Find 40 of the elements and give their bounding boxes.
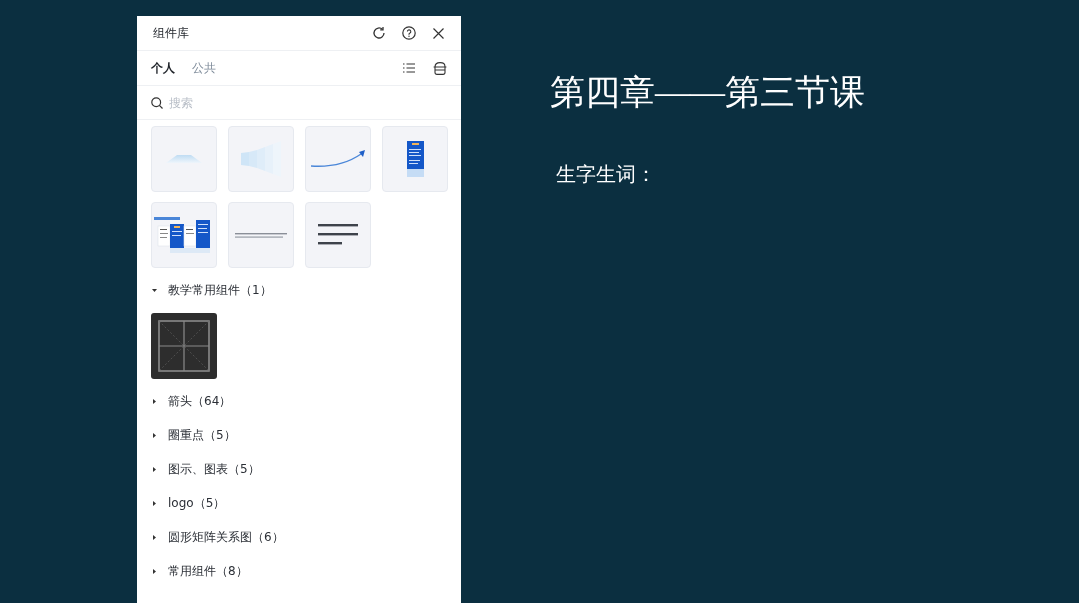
box-icon[interactable]: [433, 61, 447, 75]
category-label: logo（5）: [168, 495, 226, 511]
category-label: 箭头（64）: [168, 393, 232, 409]
library-tab[interactable]: 公共: [192, 60, 216, 76]
writing-grid-drawing: [158, 320, 210, 372]
component-thumbnail[interactable]: [305, 202, 371, 268]
list-view-icon[interactable]: [403, 63, 415, 73]
category-label: 教学常用组件（1）: [168, 282, 272, 298]
mound-shape-drawing: [166, 155, 202, 163]
category-row[interactable]: 圆形矩阵关系图（6）: [137, 520, 461, 554]
panel-title: 组件库: [153, 25, 190, 41]
refresh-icon[interactable]: [372, 26, 386, 40]
curved-arrow-drawing: [311, 150, 365, 168]
component-thumbnail[interactable]: [228, 126, 294, 192]
slide-subtitle: 生字生词：: [556, 162, 656, 187]
component-thumbnail[interactable]: [151, 202, 217, 268]
search-field[interactable]: 搜索: [169, 92, 447, 113]
category-row[interactable]: 教学常用组件（1）: [137, 273, 461, 307]
component-thumbnail[interactable]: [305, 126, 371, 192]
category-row[interactable]: 箭头（64）: [137, 384, 461, 418]
phone-card-drawing: [406, 141, 424, 177]
search-icon: [151, 96, 163, 109]
category-label: 圈重点（5）: [168, 427, 236, 443]
category-row[interactable]: 图示、图表（5）: [137, 452, 461, 486]
close-icon[interactable]: [433, 27, 444, 39]
component-thumbnail[interactable]: [151, 313, 217, 379]
category-label: 常用组件（8）: [168, 563, 248, 579]
category-row[interactable]: 常用组件（8）: [137, 554, 461, 588]
category-label: 图示、图表（5）: [168, 461, 260, 477]
category-label: 圆形矩阵关系图（6）: [168, 529, 284, 545]
component-thumbnail[interactable]: [151, 126, 217, 192]
library-tab[interactable]: 个人: [151, 60, 175, 76]
text-preview-drawing: [235, 232, 287, 238]
paragraph-preview-drawing: [318, 224, 358, 246]
component-thumbnail[interactable]: [382, 126, 448, 192]
category-row[interactable]: 圈重点（5）: [137, 418, 461, 452]
component-thumbnail[interactable]: [228, 202, 294, 268]
help-icon[interactable]: [402, 26, 416, 40]
category-row[interactable]: logo（5）: [137, 486, 461, 520]
slide-title: 第四章——第三节课: [550, 72, 865, 114]
